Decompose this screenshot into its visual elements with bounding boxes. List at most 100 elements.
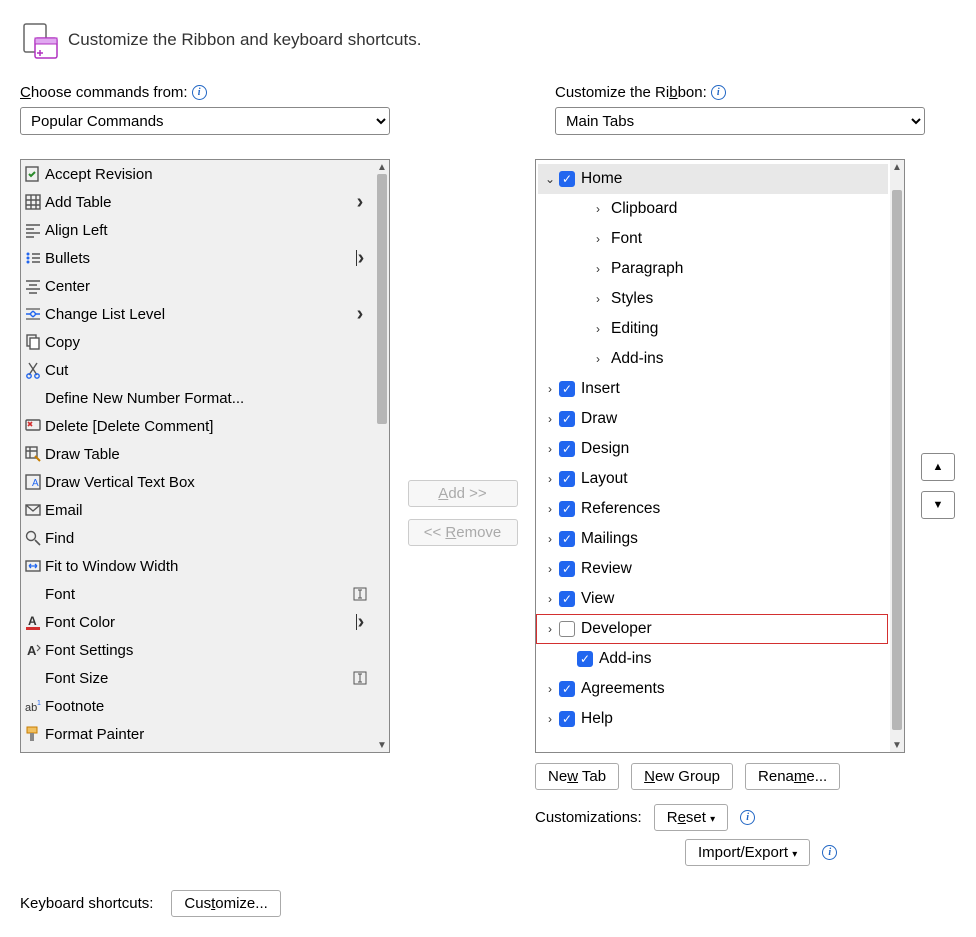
checkbox[interactable]: ✓: [559, 381, 575, 397]
command-item[interactable]: Font: [21, 580, 375, 608]
chevron-right-icon[interactable]: ›: [543, 412, 557, 426]
checkbox[interactable]: ✓: [559, 441, 575, 457]
customize-ribbon-label: Customize the Ribbon: i: [555, 84, 925, 101]
remove-button[interactable]: << Remove: [408, 519, 518, 546]
tab-review[interactable]: ›✓Review: [538, 554, 888, 584]
command-item[interactable]: Email: [21, 496, 375, 524]
command-item[interactable]: Add Table›: [21, 188, 375, 216]
command-item[interactable]: Delete [Delete Comment]: [21, 412, 375, 440]
command-item[interactable]: Accept Revision: [21, 160, 375, 188]
checkbox[interactable]: ✓: [559, 531, 575, 547]
chevron-right-icon[interactable]: ›: [543, 562, 557, 576]
move-down-button[interactable]: ▼: [921, 491, 955, 519]
chevron-right-icon[interactable]: ›: [591, 322, 605, 336]
checkbox[interactable]: ✓: [559, 171, 575, 187]
chevron-right-icon[interactable]: ›: [543, 592, 557, 606]
tab-agreements[interactable]: ›✓Agreements: [538, 674, 888, 704]
info-icon[interactable]: i: [740, 810, 755, 825]
info-icon[interactable]: i: [711, 85, 726, 100]
command-item[interactable]: AGrow Font [Increase Font Size]: [21, 748, 375, 752]
command-item[interactable]: Change List Level›: [21, 300, 375, 328]
tab-view[interactable]: ›✓View: [538, 584, 888, 614]
command-item[interactable]: ab1Footnote: [21, 692, 375, 720]
command-item[interactable]: Align Left: [21, 216, 375, 244]
scroll-thumb[interactable]: [892, 190, 902, 730]
import-export-button[interactable]: Import/Export ▾: [685, 839, 810, 866]
choose-commands-dropdown[interactable]: Popular Commands: [20, 107, 390, 135]
group-item[interactable]: ›Styles: [538, 284, 888, 314]
scroll-up-icon[interactable]: ▲: [375, 160, 389, 174]
checkbox[interactable]: [559, 621, 575, 637]
scroll-down-icon[interactable]: ▼: [375, 738, 389, 752]
chevron-right-icon[interactable]: ›: [543, 472, 557, 486]
chevron-down-icon[interactable]: ⌄: [543, 172, 557, 186]
tab-developer[interactable]: ›Developer: [536, 614, 888, 644]
checkbox[interactable]: ✓: [559, 501, 575, 517]
scroll-thumb[interactable]: [377, 174, 387, 424]
tab-draw[interactable]: ›✓Draw: [538, 404, 888, 434]
chevron-right-icon[interactable]: ›: [543, 712, 557, 726]
chevron-right-icon[interactable]: ›: [591, 292, 605, 306]
command-item[interactable]: Draw Table: [21, 440, 375, 468]
tab-insert[interactable]: ›✓Insert: [538, 374, 888, 404]
chevron-right-icon[interactable]: ›: [591, 202, 605, 216]
command-item[interactable]: Center: [21, 272, 375, 300]
checkbox[interactable]: ✓: [559, 561, 575, 577]
command-item[interactable]: AFont Settings: [21, 636, 375, 664]
tab-help[interactable]: ›✓Help: [538, 704, 888, 734]
group-item[interactable]: ›Editing: [538, 314, 888, 344]
command-item[interactable]: Copy: [21, 328, 375, 356]
command-label: Font Settings: [45, 642, 347, 659]
tab-add-ins[interactable]: ✓Add-ins: [538, 644, 888, 674]
group-item[interactable]: ›Paragraph: [538, 254, 888, 284]
command-item[interactable]: Find: [21, 524, 375, 552]
command-item[interactable]: AFont Color›: [21, 608, 375, 636]
move-up-button[interactable]: ▲: [921, 453, 955, 481]
new-tab-button[interactable]: New Tab: [535, 763, 619, 790]
info-icon[interactable]: i: [822, 845, 837, 860]
checkbox[interactable]: ✓: [559, 681, 575, 697]
chevron-right-icon[interactable]: ›: [591, 232, 605, 246]
customize-shortcuts-button[interactable]: Customize...: [171, 890, 280, 917]
add-button[interactable]: Add >>: [408, 480, 518, 507]
checkbox[interactable]: ✓: [559, 411, 575, 427]
chevron-right-icon[interactable]: ›: [591, 352, 605, 366]
command-item[interactable]: Cut: [21, 356, 375, 384]
reset-button[interactable]: Reset ▾: [654, 804, 728, 831]
checkbox[interactable]: ✓: [559, 591, 575, 607]
scrollbar[interactable]: ▲ ▼: [375, 160, 389, 752]
checkbox[interactable]: ✓: [559, 711, 575, 727]
tab-mailings[interactable]: ›✓Mailings: [538, 524, 888, 554]
chevron-right-icon[interactable]: ›: [543, 382, 557, 396]
chevron-right-icon[interactable]: ›: [543, 682, 557, 696]
scroll-down-icon[interactable]: ▼: [890, 738, 904, 752]
command-item[interactable]: ADraw Vertical Text Box: [21, 468, 375, 496]
scrollbar[interactable]: ▲ ▼: [890, 160, 904, 752]
chevron-right-icon[interactable]: ›: [543, 502, 557, 516]
rename-button[interactable]: Rename...: [745, 763, 840, 790]
info-icon[interactable]: i: [192, 85, 207, 100]
tab-home[interactable]: ⌄✓Home: [538, 164, 888, 194]
ribbon-tabs-tree[interactable]: ⌄✓Home›Clipboard›Font›Paragraph›Styles›E…: [535, 159, 905, 753]
chevron-right-icon[interactable]: ›: [543, 622, 557, 636]
new-group-button[interactable]: New Group: [631, 763, 733, 790]
group-item[interactable]: ›Font: [538, 224, 888, 254]
chevron-right-icon[interactable]: ›: [543, 442, 557, 456]
group-item[interactable]: ›Clipboard: [538, 194, 888, 224]
commands-listbox[interactable]: Accept RevisionAdd Table›Align LeftBulle…: [20, 159, 390, 753]
command-item[interactable]: Fit to Window Width: [21, 552, 375, 580]
chevron-right-icon[interactable]: ›: [543, 532, 557, 546]
command-item[interactable]: Bullets›: [21, 244, 375, 272]
customize-ribbon-dropdown[interactable]: Main Tabs: [555, 107, 925, 135]
command-item[interactable]: Format Painter: [21, 720, 375, 748]
scroll-up-icon[interactable]: ▲: [890, 160, 904, 174]
tab-references[interactable]: ›✓References: [538, 494, 888, 524]
checkbox[interactable]: ✓: [559, 471, 575, 487]
chevron-right-icon[interactable]: ›: [591, 262, 605, 276]
tab-design[interactable]: ›✓Design: [538, 434, 888, 464]
tab-layout[interactable]: ›✓Layout: [538, 464, 888, 494]
checkbox[interactable]: ✓: [577, 651, 593, 667]
command-item[interactable]: Define New Number Format...: [21, 384, 375, 412]
group-item[interactable]: ›Add-ins: [538, 344, 888, 374]
command-item[interactable]: Font Size: [21, 664, 375, 692]
